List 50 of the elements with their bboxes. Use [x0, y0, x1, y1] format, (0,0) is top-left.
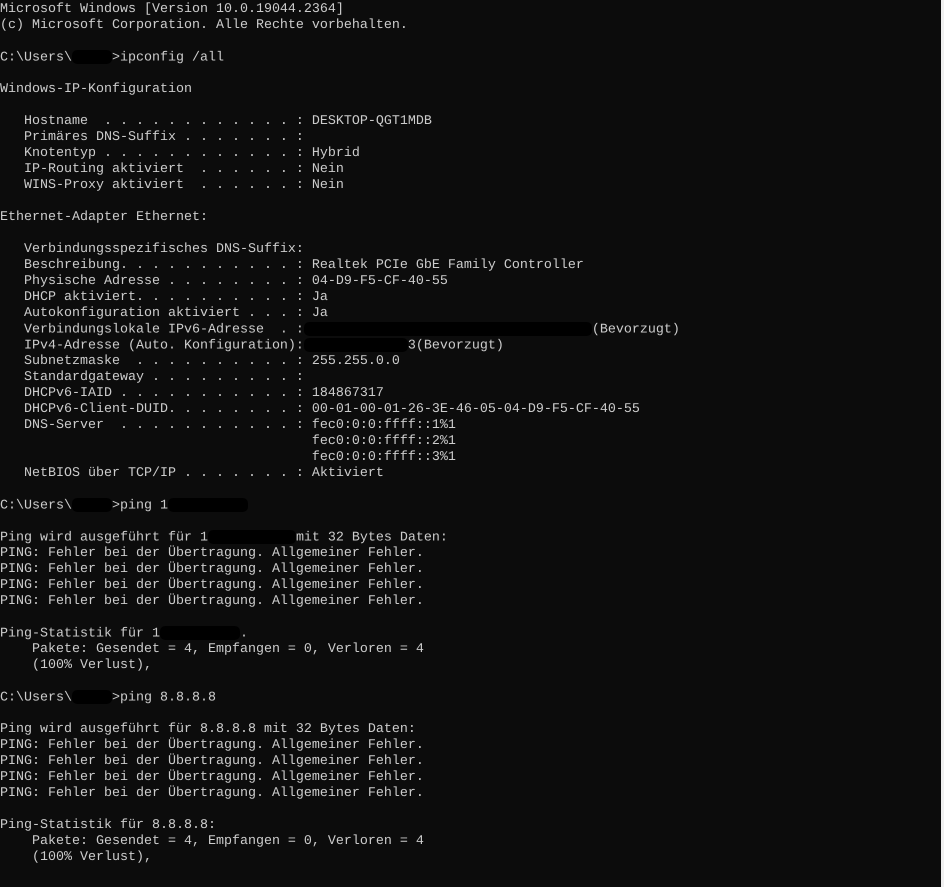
console-text: PING: Fehler bei der Übertragung. Allgemeiner Fehler.	[0, 738, 424, 753]
console-text: Ping wird ausgeführt für 8.8.8.8 mit 32 Bytes Daten:	[0, 722, 416, 737]
console-text: C:\Users\	[0, 498, 72, 514]
console-text: Hostname . . . . . . . . . . . . : DESKTOP-QGT1MDB	[22, 114, 432, 129]
console-text: DHCP aktiviert. . . . . . . . . . : Ja	[22, 290, 328, 305]
console-text: Ethernet-Adapter Ethernet:	[0, 210, 208, 225]
console-text: C:\Users\	[0, 690, 72, 706]
console-text: >ipconfig /all	[112, 50, 224, 66]
console-text: Subnetzmaske . . . . . . . . . . : 255.255.0.0	[22, 354, 400, 369]
console-text: PING: Fehler bei der Übertragung. Allgemeiner Fehler.	[0, 786, 424, 801]
console-text: PING: Fehler bei der Übertragung. Allgemeiner Fehler.	[0, 546, 424, 561]
console-text: Ping-Statistik für 8.8.8.8:	[0, 818, 216, 833]
console-text: Standardgateway . . . . . . . . . :	[22, 370, 304, 385]
console-text: PING: Fehler bei der Übertragung. Allgemeiner Fehler.	[0, 594, 424, 609]
console-text: >ping 8.8.8.8	[112, 690, 216, 706]
console-text: C:\Users\	[0, 50, 72, 66]
console-text: (100% Verlust),	[30, 658, 152, 673]
console-text: fec0:0:0:ffff::2%1	[310, 434, 456, 449]
console-text: Knotentyp . . . . . . . . . . . . : Hybrid	[22, 146, 360, 161]
console-text: Verbindungslokale IPv6-Adresse . :	[22, 322, 304, 338]
console-text: (100% Verlust),	[30, 850, 152, 865]
console-text: Autokonfiguration aktiviert . . . : Ja	[22, 306, 328, 321]
console-text: Primäres DNS-Suffix . . . . . . . :	[22, 130, 304, 145]
console-text: DHCPv6-Client-DUID. . . . . . . . : 00-01-00-01-26-3E-46-05-04-D9-F5-CF-40-55	[22, 402, 640, 417]
console-text: NetBIOS über TCP/IP . . . . . . . : Aktiviert	[22, 466, 384, 481]
console-text: PING: Fehler bei der Übertragung. Allgemeiner Fehler.	[0, 562, 424, 577]
console-text: Ping-Statistik für 1	[0, 626, 160, 642]
console-text: Microsoft Windows [Version 10.0.19044.2364]	[0, 2, 344, 17]
console-text: Beschreibung. . . . . . . . . . . : Realtek PCIe GbE Family Controller	[22, 258, 584, 273]
console-text: mit 32 Bytes Daten:	[296, 530, 448, 546]
console-text: IPv4-Adresse (Auto. Konfiguration):	[22, 338, 304, 354]
console-text: 3(Bevorzugt)	[408, 338, 504, 354]
console-text: PING: Fehler bei der Übertragung. Allgemeiner Fehler.	[0, 754, 424, 769]
console-text: Windows-IP-Konfiguration	[0, 82, 192, 97]
console-text: IP-Routing aktiviert . . . . . . : Nein	[22, 162, 344, 177]
console-text: Verbindungsspezifisches DNS-Suffix:	[22, 242, 304, 257]
console-text: Ping wird ausgeführt für 1	[0, 530, 208, 546]
console-text: (c) Microsoft Corporation. Alle Rechte vorbehalten.	[0, 18, 408, 33]
console-text: WINS-Proxy aktiviert . . . . . . : Nein	[22, 178, 344, 193]
console-text: DHCPv6-IAID . . . . . . . . . . . : 184867317	[22, 386, 384, 401]
console-text: .	[240, 626, 248, 642]
console-text: >ping 1	[112, 498, 168, 514]
console-text: Pakete: Gesendet = 4, Empfangen = 0, Verloren = 4	[30, 834, 424, 849]
console-text: Physische Adresse . . . . . . . . : 04-D9-F5-CF-40-55	[22, 274, 448, 289]
console-text: DNS-Server . . . . . . . . . . . : fec0:0:0:ffff::1%1	[22, 418, 456, 433]
console-text: PING: Fehler bei der Übertragung. Allgemeiner Fehler.	[0, 578, 424, 593]
console-text: PING: Fehler bei der Übertragung. Allgemeiner Fehler.	[0, 770, 424, 785]
console-text: (Bevorzugt)	[592, 322, 680, 338]
console-text: fec0:0:0:ffff::3%1	[310, 450, 456, 465]
console-text: Pakete: Gesendet = 4, Empfangen = 0, Verloren = 4	[30, 642, 424, 657]
